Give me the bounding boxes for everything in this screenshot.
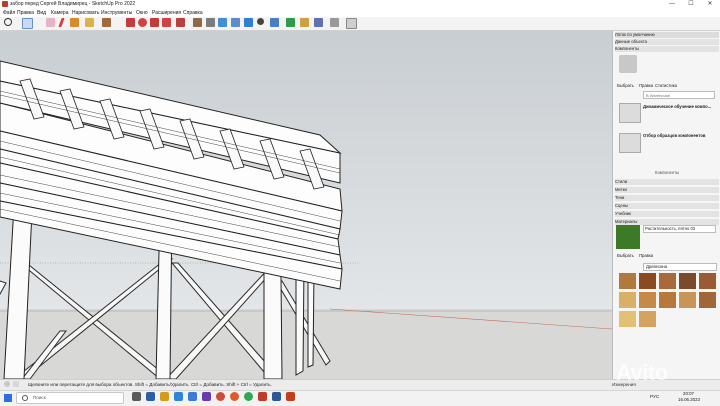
- scale-icon[interactable]: [150, 18, 159, 27]
- menu-tools[interactable]: Инструменты: [101, 9, 132, 17]
- menu-draw[interactable]: Нарисовать: [72, 9, 99, 17]
- firefox-icon[interactable]: [230, 392, 239, 401]
- text-icon[interactable]: [206, 18, 215, 27]
- warehouse-search-input[interactable]: [643, 91, 715, 99]
- mail-icon[interactable]: [188, 392, 197, 401]
- tab-select-components[interactable]: Выбрать: [617, 83, 634, 89]
- menu-window[interactable]: Окно: [136, 9, 148, 17]
- rotate-icon[interactable]: [138, 18, 147, 27]
- windows-start-icon[interactable]: [4, 394, 12, 402]
- extension-icon[interactable]: [300, 18, 309, 27]
- clock-date[interactable]: 16.06.2023: [678, 397, 700, 403]
- tab-edit-materials[interactable]: Правка: [639, 253, 653, 259]
- panel-instructor[interactable]: Учебник: [615, 211, 719, 217]
- select-tool-icon[interactable]: [22, 18, 33, 29]
- powerpoint-icon[interactable]: [286, 392, 295, 401]
- wood-swatch[interactable]: [659, 273, 676, 289]
- avito-watermark: Avito: [616, 360, 668, 385]
- zoom-icon[interactable]: [257, 18, 264, 25]
- push-pull-icon[interactable]: [102, 18, 111, 27]
- menu-view[interactable]: Вид: [37, 9, 46, 17]
- sampler-component-thumb[interactable]: [619, 133, 641, 153]
- move-icon[interactable]: [126, 18, 135, 27]
- wood-swatch[interactable]: [639, 292, 656, 308]
- panel-styles[interactable]: Стили: [615, 179, 719, 185]
- material-name-field[interactable]: Растительность, пятно 03: [643, 225, 716, 233]
- warehouse-icon[interactable]: [286, 18, 295, 27]
- menu-help[interactable]: Справка: [183, 9, 203, 17]
- credits-icon[interactable]: [13, 381, 19, 387]
- maximize-button[interactable]: ☐: [683, 0, 699, 9]
- tab-select-materials[interactable]: Выбрать: [617, 253, 634, 259]
- close-button[interactable]: ✕: [702, 0, 718, 9]
- status-message: Щелкните или перетащите для выбора объек…: [28, 382, 272, 387]
- wood-swatch[interactable]: [699, 273, 716, 289]
- orbit-icon[interactable]: [231, 18, 240, 27]
- wood-swatch[interactable]: [679, 273, 696, 289]
- store-icon[interactable]: [202, 392, 211, 401]
- default-tray: Лоток по умолчанию Данные объекта Компон…: [612, 31, 720, 379]
- current-material-swatch[interactable]: [616, 225, 640, 249]
- wood-swatch[interactable]: [699, 292, 716, 308]
- ruby-console-icon[interactable]: [330, 18, 339, 27]
- chrome-icon[interactable]: [244, 392, 253, 401]
- wood-swatch[interactable]: [619, 273, 636, 289]
- word-icon[interactable]: [272, 392, 281, 401]
- dynamic-component-thumb[interactable]: [619, 103, 641, 123]
- file-explorer-icon[interactable]: [160, 392, 169, 401]
- tray-title: Лоток по умолчанию: [615, 32, 719, 38]
- arc-icon[interactable]: [70, 18, 79, 27]
- menu-file[interactable]: Файл: [3, 9, 15, 17]
- pan-icon[interactable]: [244, 18, 253, 27]
- wood-swatch[interactable]: [619, 292, 636, 308]
- task-view-icon[interactable]: [132, 392, 141, 401]
- wood-swatch[interactable]: [679, 292, 696, 308]
- follow-me-icon[interactable]: [176, 18, 185, 27]
- layout-icon[interactable]: [314, 18, 323, 27]
- minimize-button[interactable]: —: [664, 0, 680, 9]
- tab-statistics[interactable]: Статистика: [655, 83, 677, 89]
- tape-measure-icon[interactable]: [193, 18, 202, 27]
- wood-swatch[interactable]: [619, 311, 636, 327]
- panel-entity-info[interactable]: Данные объекта: [615, 39, 719, 45]
- geolocation-icon[interactable]: [4, 381, 10, 387]
- wood-swatch[interactable]: [639, 311, 656, 327]
- component-item-2[interactable]: Отбор образцов компонентов: [643, 133, 717, 139]
- shape-icon[interactable]: [85, 18, 94, 27]
- menu-edit[interactable]: Правка: [17, 9, 34, 17]
- panel-components[interactable]: Компоненты: [615, 46, 719, 52]
- model-viewport[interactable]: [0, 31, 612, 379]
- panel-tags[interactable]: Метки: [615, 187, 719, 193]
- window-title: забор перед Сергей Владимирец - SketchUp…: [10, 1, 136, 7]
- search-icon[interactable]: [4, 18, 12, 26]
- opera-icon[interactable]: [216, 392, 225, 401]
- sketchup-taskbar-icon[interactable]: [258, 392, 267, 401]
- tab-edit-components[interactable]: Правка: [639, 83, 653, 89]
- paint-bucket-icon[interactable]: [218, 18, 227, 27]
- panel-shadows[interactable]: Тени: [615, 195, 719, 201]
- sketchup-app-icon: [2, 1, 8, 7]
- input-language[interactable]: РУС: [650, 391, 659, 403]
- settings-icon[interactable]: [346, 18, 357, 29]
- edge-icon[interactable]: [174, 392, 183, 401]
- component-item-1[interactable]: Динамическое обучение компо...: [643, 104, 717, 110]
- offset-icon[interactable]: [162, 18, 171, 27]
- wood-swatch[interactable]: [659, 292, 676, 308]
- eraser-icon[interactable]: [46, 18, 55, 27]
- fence-model[interactable]: [0, 31, 612, 379]
- components-cubes-icon: [619, 55, 637, 73]
- search-icon: [22, 395, 28, 401]
- material-library-select[interactable]: Древесина: [643, 263, 717, 271]
- app-icon[interactable]: [146, 392, 155, 401]
- taskbar-search-placeholder: Поиск: [33, 395, 46, 400]
- menu-camera[interactable]: Камера: [51, 9, 68, 17]
- panel-scenes[interactable]: Сцены: [615, 203, 719, 209]
- zoom-extents-icon[interactable]: [270, 18, 279, 27]
- wood-swatch[interactable]: [639, 273, 656, 289]
- components-footer: Компоненты: [655, 170, 680, 175]
- menu-extensions[interactable]: Расширения: [152, 9, 181, 17]
